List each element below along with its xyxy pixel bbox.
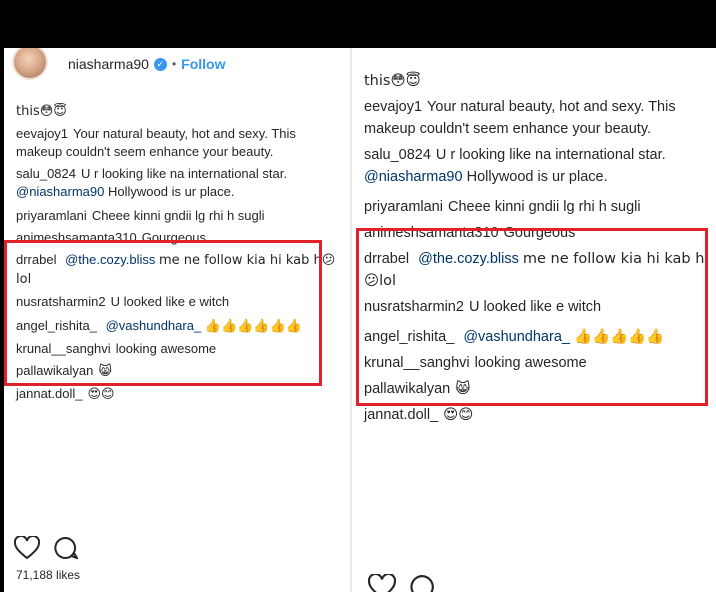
verified-badge-icon: ✓ — [153, 57, 167, 71]
comment-text: looking awesome — [115, 341, 217, 356]
comment-mention[interactable]: @the.cozy.bliss — [418, 251, 519, 267]
comment-item: priyaramlani Cheee kinni gndii lg rhi h s… — [364, 196, 708, 218]
comment-username[interactable]: drrabel — [16, 252, 56, 267]
comment-text: Gourgeous — [141, 230, 207, 245]
comment-username[interactable]: drrabel — [364, 251, 409, 267]
comment-item: krunal__sanghvi looking awesome — [364, 352, 708, 374]
comment-item: pallawikalyan 😸 — [364, 378, 708, 400]
comment-username[interactable]: eevajoy1 — [16, 126, 68, 141]
comment-username[interactable]: angel_rishita_ — [364, 329, 454, 345]
comment-text: 😍😊 — [87, 387, 115, 402]
comment-item: drrabel @the.cozy.bliss me ne follow kia… — [16, 251, 342, 289]
comment-username[interactable]: animeshsamanta310 — [16, 230, 137, 245]
comment-mention[interactable]: @niasharma90 — [364, 169, 463, 185]
comment-item: this😳😇 — [16, 102, 342, 121]
comment-item: priyaramlani Cheee kinni gndii lg rhi h s… — [16, 207, 342, 225]
comment-text: 😸 — [455, 381, 471, 397]
comment-item: this😳😇 — [364, 70, 708, 92]
comment-item: jannat.doll_ 😍😊 — [16, 385, 342, 404]
comment-text: 😍😊 — [443, 407, 474, 423]
comment-username[interactable]: jannat.doll_ — [364, 407, 438, 423]
comment-mention[interactable]: @vashundhara_ — [106, 318, 202, 333]
post-actions — [14, 536, 92, 560]
comment-item: salu_0824 U r looking like na internation… — [364, 144, 708, 188]
post-username[interactable]: niasharma90 — [68, 56, 149, 72]
comment-item: jannat.doll_ 😍😊 — [364, 404, 708, 426]
comment-mention[interactable]: @vashundhara_ — [463, 329, 570, 345]
comment-username[interactable]: krunal__sanghvi — [364, 355, 470, 371]
comment-icon[interactable] — [410, 574, 436, 592]
comment-username[interactable]: krunal__sanghvi — [16, 341, 111, 356]
comment-text-after: me ne follow kia hi kab h😕lol — [364, 251, 705, 289]
comment-item: krunal__sanghvi looking awesome — [16, 340, 342, 358]
right-post-panel: this😳😇 eevajoy1 Your natural beauty, hot … — [352, 48, 716, 592]
comment-text-after: Hollywood is ur place. — [466, 169, 608, 185]
avatar[interactable] — [12, 48, 48, 80]
separator-dot: • — [171, 57, 177, 71]
comment-text-after: 👍👍👍👍👍 — [574, 329, 665, 345]
comment-item: salu_0824 U r looking like na internation… — [16, 165, 342, 201]
comment-text: U r looking like na international star. — [435, 147, 666, 163]
comment-text: Cheee kinni gndii lg rhi h sugli — [91, 208, 265, 223]
comment-username[interactable]: nusratsharmin2 — [16, 294, 106, 309]
comment-mention[interactable]: @the.cozy.bliss — [65, 252, 155, 267]
comment-username[interactable]: priyaramlani — [16, 208, 87, 223]
comment-text: Cheee kinni gndii lg rhi h sugli — [447, 199, 641, 215]
likes-count[interactable]: 71,188 likes — [16, 568, 80, 582]
comment-text: U looked like e witch — [110, 294, 230, 309]
screenshot-stage: niasharma90 ✓ • Follow this😳😇 eevajoy1 Yo… — [0, 0, 716, 592]
comment-username[interactable]: pallawikalyan — [364, 381, 450, 397]
heart-icon[interactable] — [368, 574, 396, 592]
comment-username[interactable]: nusratsharmin2 — [364, 299, 464, 315]
comment-text: this😳😇 — [364, 73, 421, 89]
post-actions — [368, 574, 450, 592]
comment-text: this😳😇 — [16, 104, 67, 119]
comment-text: U r looking like na international star. — [81, 166, 287, 181]
comment-item: nusratsharmin2 U looked like e witch — [16, 293, 342, 311]
comment-item: pallawikalyan 😸 — [16, 362, 342, 381]
comment-username[interactable]: pallawikalyan — [16, 363, 93, 378]
comment-item: angel_rishita_ @vashundhara_ 👍👍👍👍👍 — [364, 326, 708, 348]
follow-button[interactable]: Follow — [181, 56, 225, 72]
comment-text: U looked like e witch — [468, 299, 602, 315]
comment-text: looking awesome — [474, 355, 587, 371]
comment-username[interactable]: salu_0824 — [16, 166, 76, 181]
comment-text-after: Hollywood is ur place. — [107, 184, 235, 199]
top-black-bar — [0, 0, 716, 48]
comment-icon[interactable] — [54, 536, 78, 560]
comment-text-after: 👍👍👍👍👍👍 — [204, 319, 302, 334]
left-post-panel: niasharma90 ✓ • Follow this😳😇 eevajoy1 Yo… — [4, 48, 350, 592]
comment-text: 😸 — [98, 364, 112, 379]
heart-icon[interactable] — [14, 536, 40, 560]
comment-item: nusratsharmin2 U looked like e witch — [364, 296, 708, 318]
comment-item: eevajoy1 Your natural beauty, hot and sex… — [364, 96, 708, 140]
comment-username[interactable]: eevajoy1 — [364, 99, 422, 115]
comment-text: Gourgeous — [503, 225, 576, 241]
comment-mention[interactable]: @niasharma90 — [16, 184, 104, 199]
comment-item: angel_rishita_ @vashundhara_ 👍👍👍👍👍👍 — [16, 317, 342, 336]
comment-text-after: me ne follow kia hi kab h😕lol — [16, 253, 336, 287]
comment-username[interactable]: priyaramlani — [364, 199, 443, 215]
comment-username[interactable]: salu_0824 — [364, 147, 431, 163]
comment-list: this😳😇 eevajoy1 Your natural beauty, hot … — [364, 70, 708, 430]
comment-item: eevajoy1 Your natural beauty, hot and sex… — [16, 125, 342, 161]
comment-item: animeshsamanta310 Gourgeous — [16, 229, 342, 247]
comment-item: animeshsamanta310 Gourgeous — [364, 222, 708, 244]
comment-item: drrabel @the.cozy.bliss me ne follow kia… — [364, 248, 708, 292]
post-header: niasharma90 ✓ • Follow — [12, 48, 225, 80]
comment-list: this😳😇 eevajoy1 Your natural beauty, hot … — [16, 102, 342, 408]
comment-username[interactable]: jannat.doll_ — [16, 386, 83, 401]
comment-username[interactable]: angel_rishita_ — [16, 318, 97, 333]
comment-username[interactable]: animeshsamanta310 — [364, 225, 499, 241]
